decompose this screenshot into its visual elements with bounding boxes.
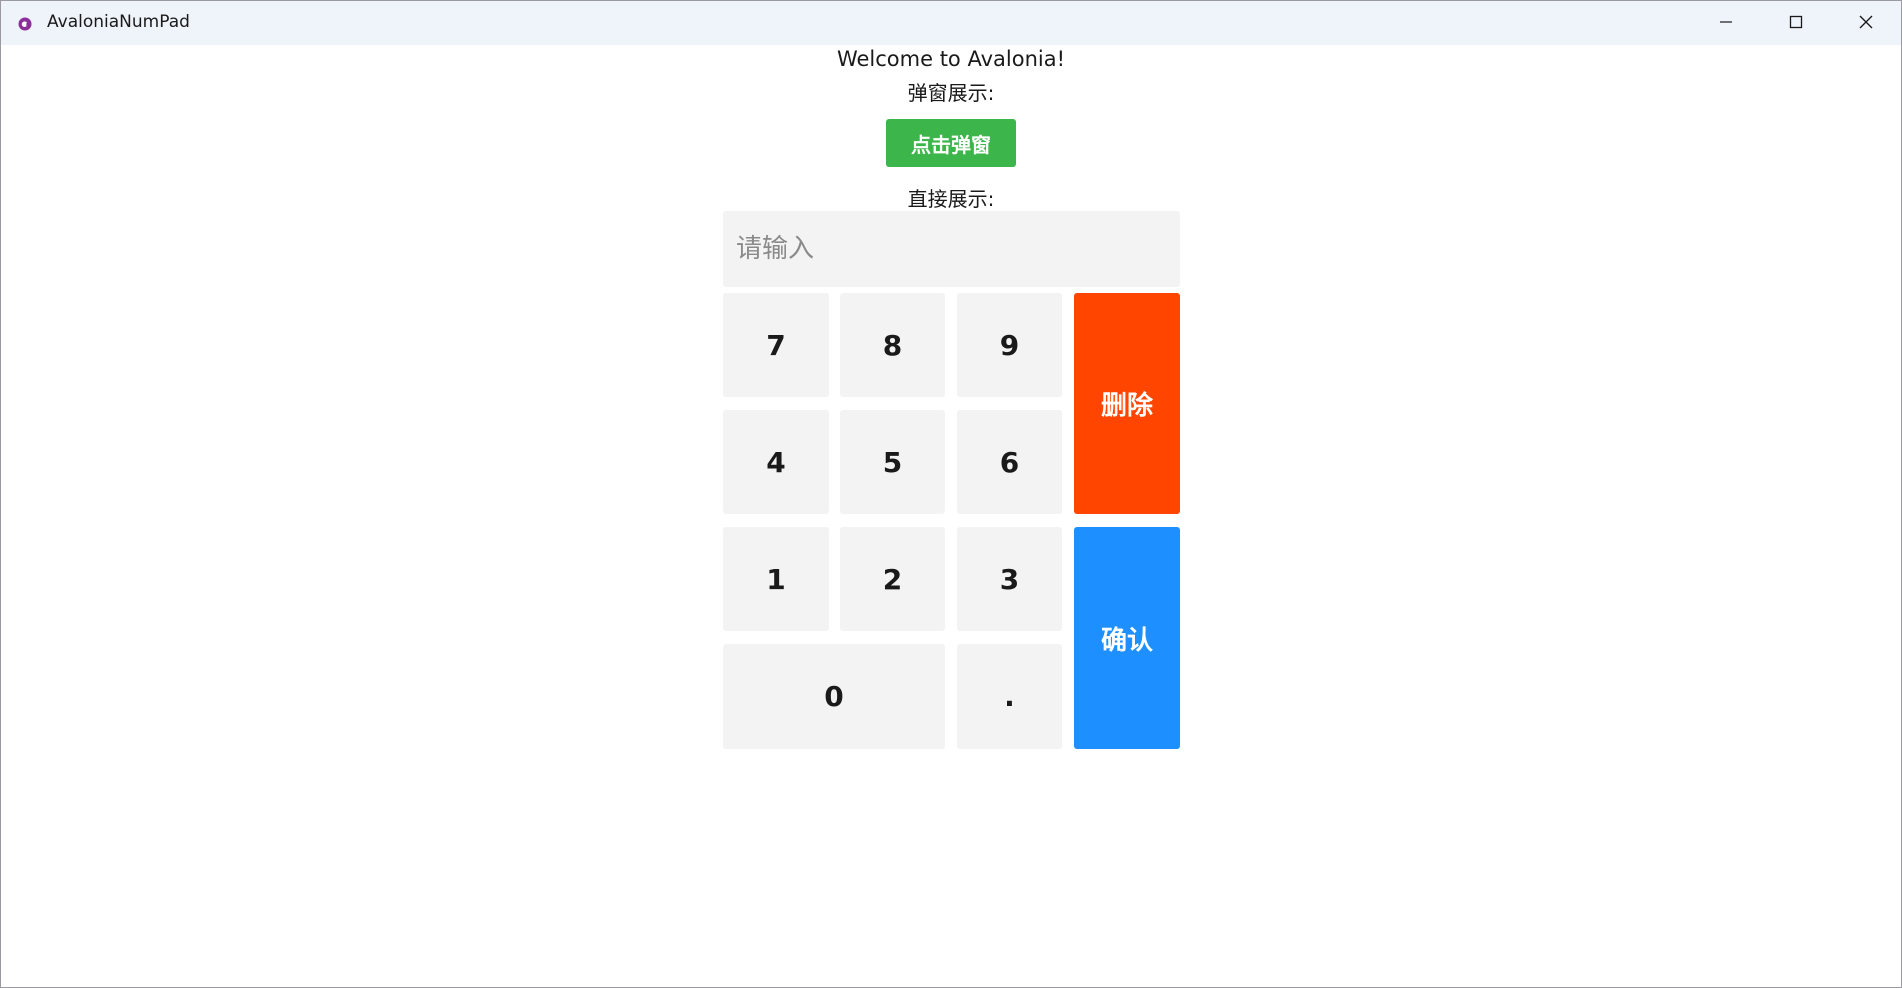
maximize-button[interactable]	[1761, 1, 1831, 45]
close-button[interactable]	[1831, 1, 1901, 45]
minimize-icon	[1719, 14, 1733, 33]
key-8[interactable]: 8	[840, 293, 945, 397]
delete-button[interactable]: 删除	[1074, 293, 1180, 514]
key-0[interactable]: 0	[723, 644, 945, 749]
key-7[interactable]: 7	[723, 293, 829, 397]
close-icon	[1859, 14, 1873, 33]
key-5[interactable]: 5	[840, 410, 945, 514]
window-title: AvaloniaNumPad	[47, 12, 190, 32]
key-9[interactable]: 9	[957, 293, 1062, 397]
app-window: AvaloniaNumPad Welcome to Avalonia! 弹窗展示…	[0, 0, 1902, 988]
key-3[interactable]: 3	[957, 527, 1062, 631]
key-6[interactable]: 6	[957, 410, 1062, 514]
welcome-text: Welcome to Avalonia!	[836, 47, 1066, 71]
avalonia-logo-icon	[18, 16, 32, 31]
minimize-button[interactable]	[1691, 1, 1761, 45]
main-content: Welcome to Avalonia! 弹窗展示: 点击弹窗 直接展示: 7 …	[1, 45, 1901, 987]
direct-section-label: 直接展示:	[907, 187, 995, 211]
title-bar[interactable]: AvaloniaNumPad	[1, 1, 1901, 45]
maximize-icon	[1789, 14, 1803, 33]
numpad-input[interactable]	[723, 211, 1180, 287]
key-4[interactable]: 4	[723, 410, 829, 514]
key-1[interactable]: 1	[723, 527, 829, 631]
key-2[interactable]: 2	[840, 527, 945, 631]
popup-section-label: 弹窗展示:	[907, 81, 995, 105]
key-dot[interactable]: .	[957, 644, 1062, 749]
numpad: 7 8 9 删除 4 5 6 1 2 3 确认 0 .	[723, 211, 1181, 749]
numpad-display	[723, 211, 1180, 287]
confirm-button[interactable]: 确认	[1074, 527, 1180, 749]
open-popup-button[interactable]: 点击弹窗	[886, 119, 1016, 167]
